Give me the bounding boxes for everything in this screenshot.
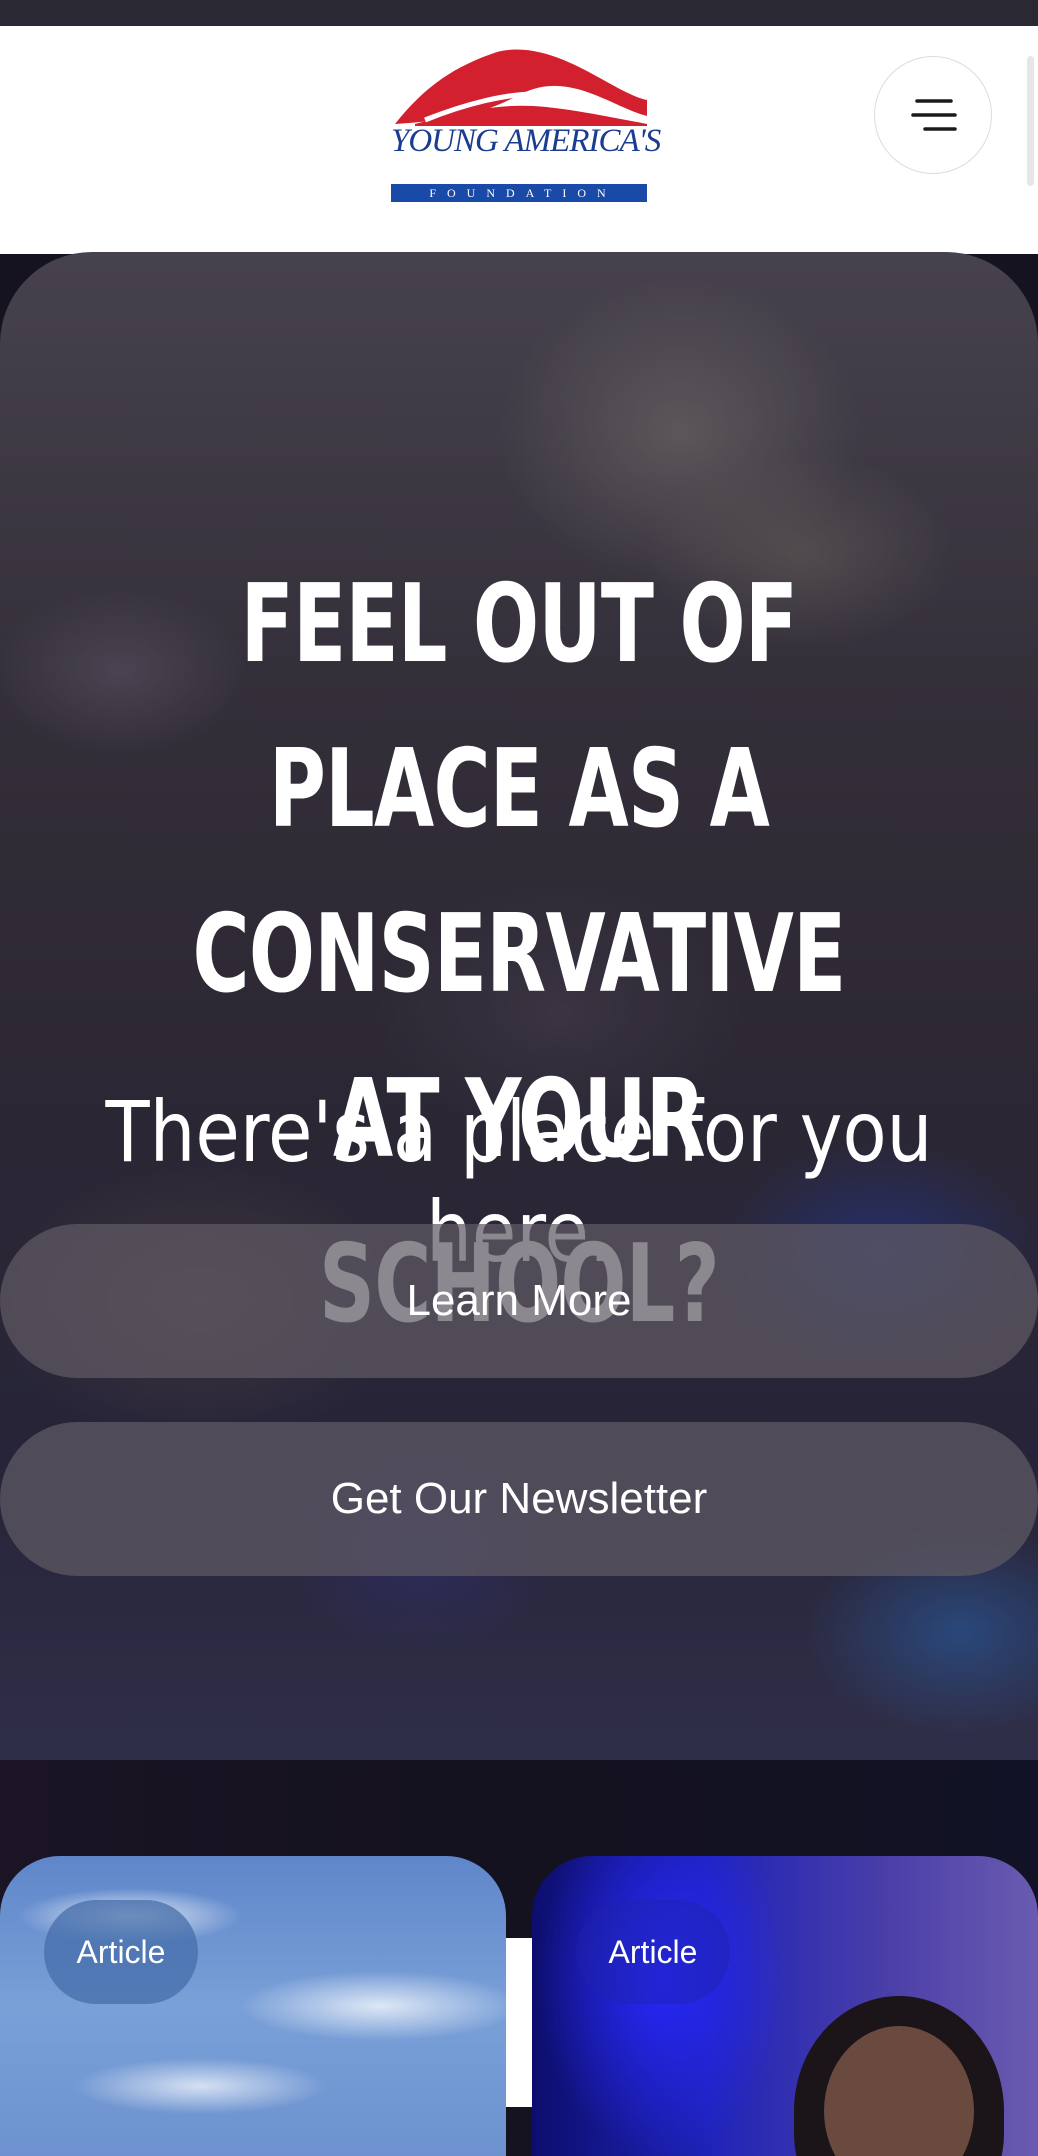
status-bar bbox=[0, 0, 1038, 26]
article-card[interactable]: Article bbox=[0, 1856, 506, 2156]
yaf-logo[interactable]: YOUNG AMERICA'S FOUNDATION bbox=[385, 46, 661, 202]
flag-icon bbox=[395, 49, 647, 126]
scrollbar[interactable] bbox=[1027, 56, 1034, 186]
logo-wordmark: YOUNG AMERICA'S bbox=[391, 123, 661, 159]
menu-icon bbox=[911, 99, 957, 131]
menu-button[interactable] bbox=[874, 56, 992, 174]
site-header: YOUNG AMERICA'S FOUNDATION bbox=[0, 26, 1038, 254]
card-divider bbox=[506, 1938, 532, 2107]
article-card[interactable]: Article bbox=[532, 1856, 1038, 2156]
logo-subtext: FOUNDATION bbox=[391, 184, 647, 202]
article-badge: Article bbox=[44, 1900, 198, 2004]
learn-more-button[interactable]: Learn More bbox=[0, 1224, 1038, 1378]
article-badge: Article bbox=[576, 1900, 730, 2004]
hero-section: FEEL OUT OF PLACE AS A CONSERVATIVE AT Y… bbox=[0, 252, 1038, 1760]
newsletter-button[interactable]: Get Our Newsletter bbox=[0, 1422, 1038, 1576]
